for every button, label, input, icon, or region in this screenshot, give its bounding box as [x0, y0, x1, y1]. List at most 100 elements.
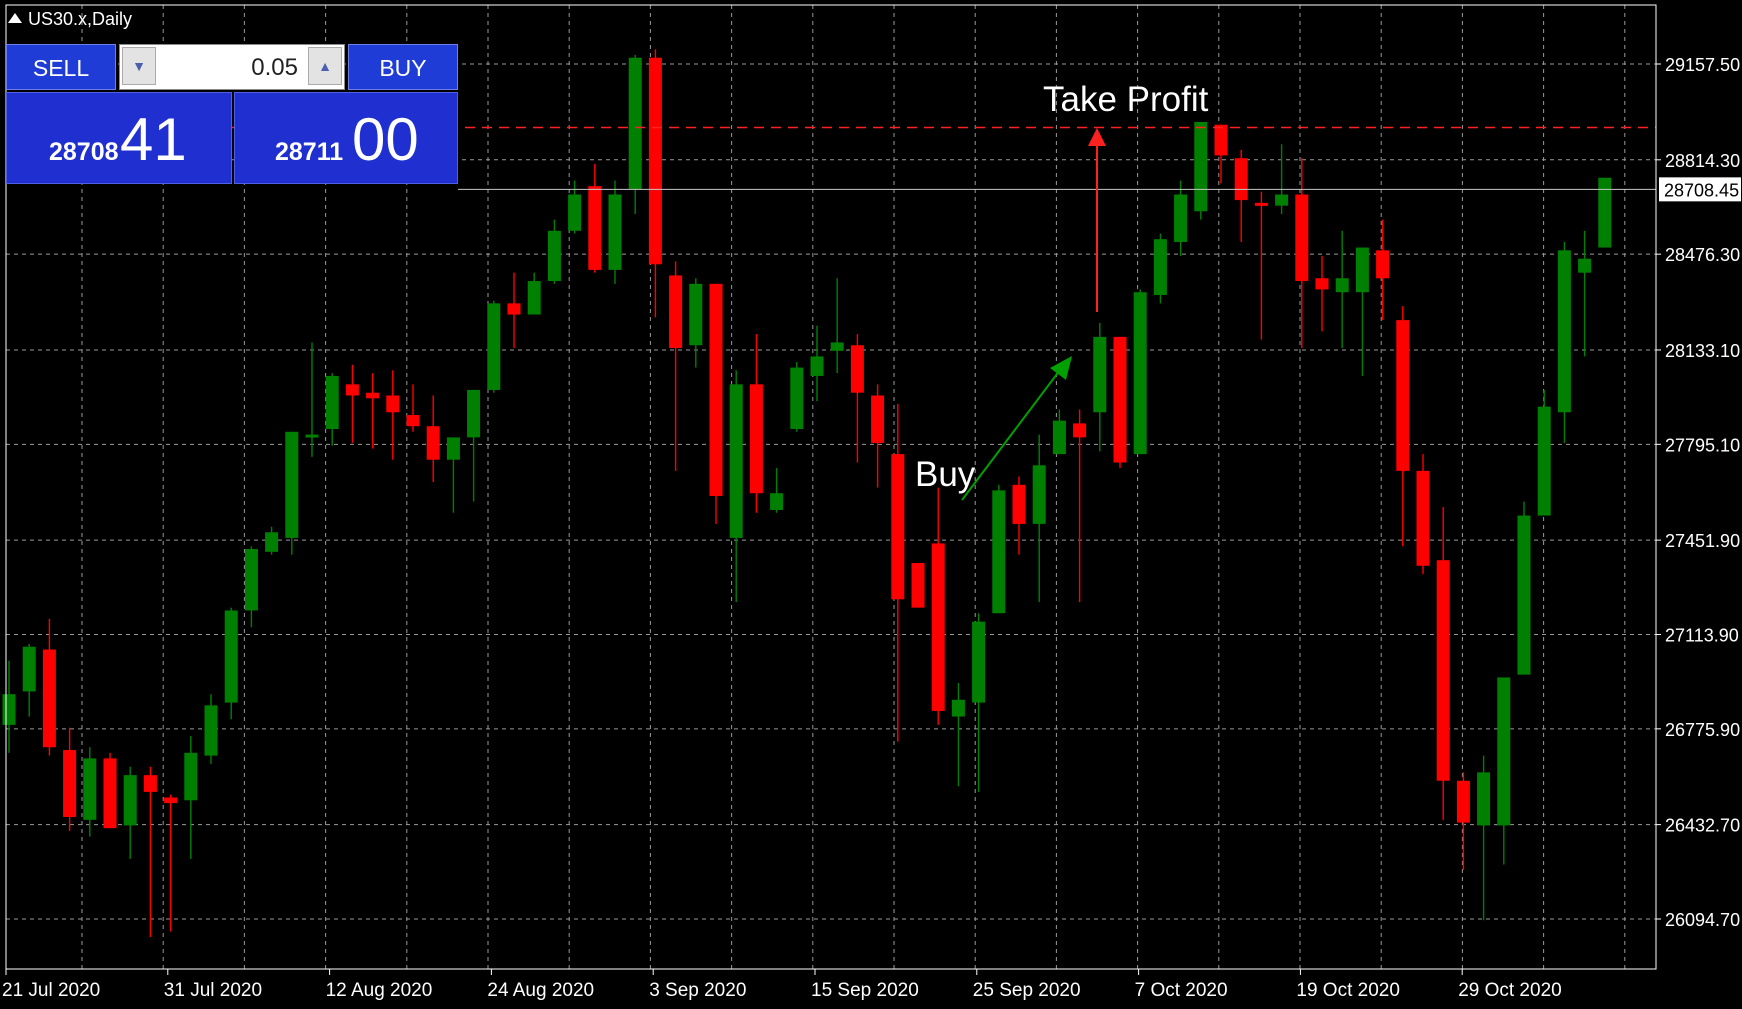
candle-body — [951, 699, 965, 717]
candle-body — [1598, 177, 1612, 248]
candle-body — [1214, 124, 1228, 156]
triangle-up-icon[interactable]: ▲ — [308, 47, 342, 85]
candle-body — [1436, 560, 1450, 781]
time-tick-label: 3 Sep 2020 — [649, 980, 746, 1001]
candle-body — [22, 646, 36, 692]
candle-body — [689, 283, 703, 346]
candle-body — [143, 775, 157, 792]
price-tick-label: 27113.90 — [1665, 625, 1739, 645]
candle-body — [406, 415, 420, 427]
price-tick-label: 27795.10 — [1665, 435, 1740, 455]
candle-body — [648, 57, 662, 265]
candle-body — [1517, 515, 1531, 675]
price-tick-label: 28133.10 — [1665, 341, 1740, 361]
price-tick-label: 28814.30 — [1665, 151, 1740, 171]
candle-body — [1234, 158, 1248, 201]
candle-body — [325, 375, 339, 429]
candle-body — [729, 384, 743, 538]
candle-body — [83, 758, 97, 820]
candle-body — [810, 356, 824, 376]
candle-body — [628, 57, 642, 189]
candle-body — [830, 342, 844, 351]
candle-body — [1557, 250, 1571, 413]
candle-body — [608, 194, 622, 270]
candle-body — [770, 493, 784, 510]
buy-quote[interactable]: 28711 00 — [234, 92, 458, 184]
candle-body — [1355, 247, 1369, 293]
candle-body — [931, 543, 945, 711]
sell-price-main: 28708 — [49, 138, 119, 166]
sell-quote[interactable]: 28708 41 — [6, 92, 232, 184]
candle-body — [749, 384, 763, 494]
time-tick-label: 12 Aug 2020 — [326, 980, 433, 1001]
candle-body — [184, 752, 198, 801]
candle-body — [123, 775, 137, 826]
one-click-trade-panel: SELL ▼ ▲ BUY 28708 41 28711 00 — [6, 44, 458, 184]
candle-body — [265, 532, 279, 552]
price-tick-label: 26432.70 — [1665, 816, 1740, 836]
candle-body — [1396, 320, 1410, 471]
time-tick-label: 15 Sep 2020 — [811, 980, 919, 1001]
symbol-title-text: US30.x,Daily — [28, 9, 133, 29]
buy-button[interactable]: BUY — [348, 44, 458, 90]
buy-price-pips: 00 — [352, 106, 419, 173]
candle-body — [568, 194, 582, 231]
candle-body — [366, 392, 380, 399]
time-tick-label: 21 Jul 2020 — [2, 980, 100, 1001]
candle-body — [1254, 202, 1268, 206]
take-profit-arrowhead — [1088, 128, 1106, 146]
triangle-up-icon[interactable] — [8, 13, 22, 23]
price-tick-label: 26775.90 — [1665, 720, 1740, 740]
triangle-down-icon[interactable]: ▼ — [122, 47, 156, 85]
candle-body — [992, 490, 1006, 614]
candle-body — [1295, 194, 1309, 282]
candle-body — [1133, 292, 1147, 455]
chart-symbol-title: US30.x,Daily — [8, 9, 132, 30]
time-tick-label: 24 Aug 2020 — [487, 980, 594, 1001]
candle-body — [911, 562, 925, 608]
candle-body — [709, 283, 723, 496]
lot-size-stepper[interactable]: ▼ ▲ — [119, 44, 345, 90]
time-tick-label: 29 Oct 2020 — [1458, 980, 1562, 1001]
candle-body — [1275, 194, 1289, 206]
buy-price-main: 28711 — [275, 138, 344, 166]
time-tick-label: 25 Sep 2020 — [973, 980, 1081, 1001]
candle-body — [891, 454, 905, 600]
candle-body — [547, 230, 561, 282]
candle-body — [1093, 336, 1107, 413]
candle-body — [1113, 336, 1127, 463]
lot-size-input[interactable] — [162, 49, 300, 87]
candle-body — [244, 549, 258, 611]
take-profit-label: Take Profit — [1043, 80, 1209, 119]
candle-body — [1194, 121, 1208, 212]
sell-price-pips: 41 — [120, 106, 187, 173]
time-tick-label: 19 Oct 2020 — [1296, 980, 1400, 1001]
price-tick-label: 28476.30 — [1665, 245, 1740, 265]
candle-body — [871, 395, 885, 443]
candle-body — [850, 345, 864, 393]
candle-body — [1376, 250, 1390, 279]
candle-body — [1456, 780, 1470, 823]
candle-body — [1315, 278, 1329, 290]
price-tick-label: 29157.50 — [1665, 55, 1740, 75]
candle-body — [588, 186, 602, 270]
candle-body — [669, 275, 683, 349]
candle-body — [790, 367, 804, 429]
candle-body — [2, 694, 16, 725]
candle-body — [1073, 423, 1087, 438]
candle-body — [285, 431, 299, 538]
sell-button[interactable]: SELL — [6, 44, 116, 90]
candle-body — [507, 303, 521, 315]
candle-body — [305, 434, 319, 438]
price-tick-label: 26094.70 — [1665, 910, 1740, 930]
candle-body — [446, 437, 460, 460]
candle-body — [467, 389, 481, 438]
candle-body — [63, 750, 77, 818]
candle-body — [972, 621, 986, 703]
candle-body — [1537, 406, 1551, 516]
price-tick-label: 27451.90 — [1665, 531, 1740, 551]
candle-body — [426, 426, 440, 460]
buy-arrowhead — [1050, 356, 1072, 380]
candle-body — [224, 610, 238, 703]
candle-body — [204, 705, 218, 756]
